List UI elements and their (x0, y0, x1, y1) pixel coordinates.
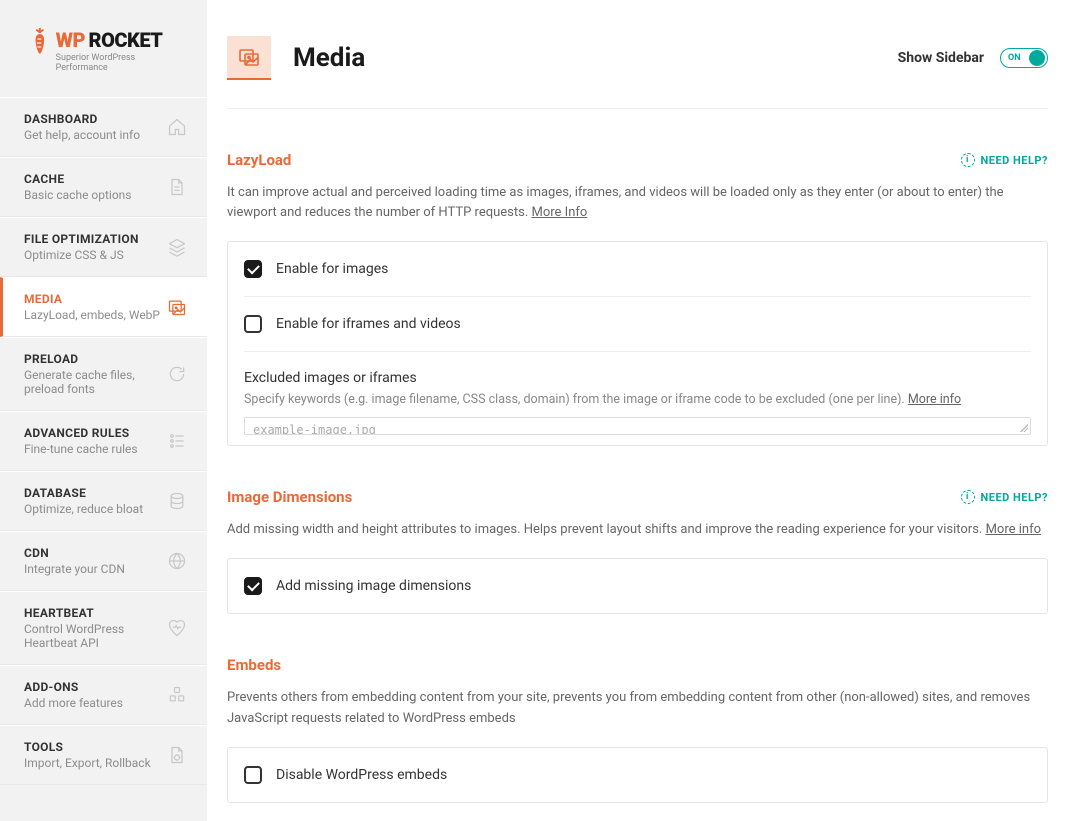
sidebar: WP ROCKET Superior WordPress Performance… (0, 0, 207, 821)
checkbox-enable-images[interactable] (244, 260, 262, 278)
excluded-title: Excluded images or iframes (244, 370, 1031, 386)
database-icon (167, 491, 187, 511)
show-sidebar-label: Show Sidebar (898, 50, 984, 66)
lazyload-more-info-link[interactable]: More Info (532, 205, 588, 220)
page-header: Media Show Sidebar ON (227, 36, 1048, 109)
section-title-lazyload: LazyLoad (227, 151, 291, 169)
globe-icon (167, 551, 187, 571)
carrot-icon (30, 28, 50, 56)
need-help-dimensions[interactable]: i NEED HELP? (961, 490, 1049, 504)
nav-heartbeat[interactable]: HEARTBEAT Control WordPress Heartbeat AP… (0, 591, 207, 665)
file-icon (167, 177, 187, 197)
rules-icon (167, 431, 187, 451)
help-icon: i (961, 490, 975, 504)
dimensions-desc: Add missing width and height attributes … (227, 520, 1048, 540)
main-content: Media Show Sidebar ON LazyLoad i NEED HE… (207, 0, 1068, 821)
excluded-textarea[interactable]: example-image.jpg (244, 417, 1031, 435)
nav-advanced-rules[interactable]: ADVANCED RULES Fine-tune cache rules (0, 411, 207, 471)
nav-preload[interactable]: PRELOAD Generate cache files, preload fo… (0, 337, 207, 411)
nav-database[interactable]: DATABASE Optimize, reduce bloat (0, 471, 207, 531)
section-title-dimensions: Image Dimensions (227, 488, 352, 506)
tools-icon (167, 745, 187, 765)
section-image-dimensions: Image Dimensions i NEED HELP? Add missin… (227, 488, 1048, 614)
nav-cdn[interactable]: CDN Integrate your CDN (0, 531, 207, 591)
section-embeds: Embeds Prevents others from embedding co… (227, 656, 1048, 802)
checkbox-add-dimensions[interactable] (244, 577, 262, 595)
help-icon: i (961, 153, 975, 167)
lazyload-desc: It can improve actual and perceived load… (227, 183, 1048, 223)
label-add-dimensions: Add missing image dimensions (276, 578, 471, 594)
nav-tools[interactable]: TOOLS Import, Export, Rollback (0, 725, 207, 785)
dimensions-more-info-link[interactable]: More info (986, 522, 1041, 537)
refresh-icon (167, 364, 187, 384)
checkbox-enable-iframes[interactable] (244, 315, 262, 333)
need-help-lazyload[interactable]: i NEED HELP? (961, 153, 1049, 167)
brand-logo: WP ROCKET Superior WordPress Performance (0, 0, 207, 97)
nav-media[interactable]: MEDIA LazyLoad, embeds, WebP (0, 277, 207, 337)
embeds-desc: Prevents others from embedding content f… (227, 688, 1048, 728)
label-enable-images: Enable for images (276, 261, 388, 277)
excluded-sub: Specify keywords (e.g. image filename, C… (244, 392, 1031, 407)
heartbeat-icon (167, 618, 187, 638)
checkbox-disable-embeds[interactable] (244, 766, 262, 784)
nav-cache[interactable]: CACHE Basic cache options (0, 157, 207, 217)
section-title-embeds: Embeds (227, 656, 281, 674)
label-enable-iframes: Enable for iframes and videos (276, 316, 461, 332)
nav-file-optimization[interactable]: FILE OPTIMIZATION Optimize CSS & JS (0, 217, 207, 277)
show-sidebar-toggle[interactable]: ON (1000, 48, 1048, 68)
addons-icon (167, 685, 187, 705)
page-media-icon (227, 36, 271, 80)
nav-addons[interactable]: ADD-ONS Add more features (0, 665, 207, 725)
label-disable-embeds: Disable WordPress embeds (276, 767, 447, 783)
section-lazyload: LazyLoad i NEED HELP? It can improve act… (227, 151, 1048, 446)
nav-dashboard[interactable]: DASHBOARD Get help, account info (0, 97, 207, 157)
home-icon (167, 117, 187, 137)
page-title: Media (293, 43, 365, 73)
media-icon (167, 297, 187, 317)
layers-icon (167, 237, 187, 257)
excluded-more-info-link[interactable]: More info (908, 392, 961, 407)
